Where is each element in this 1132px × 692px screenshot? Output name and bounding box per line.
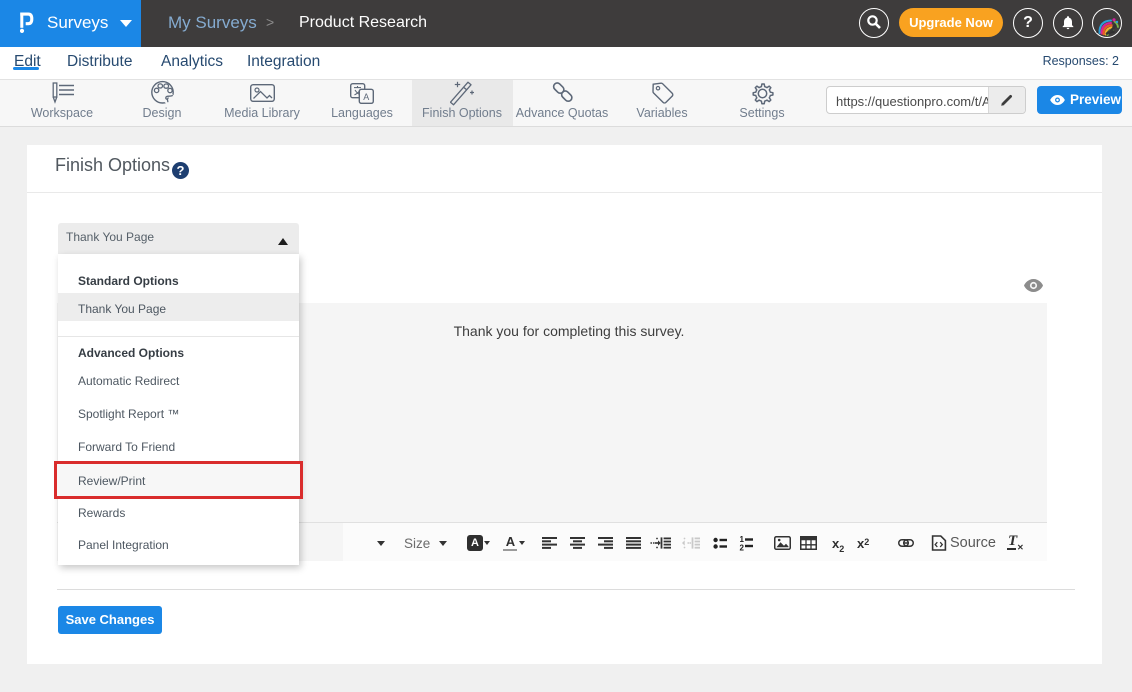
svg-text:2: 2 xyxy=(740,544,745,552)
svg-text:A: A xyxy=(363,92,369,102)
